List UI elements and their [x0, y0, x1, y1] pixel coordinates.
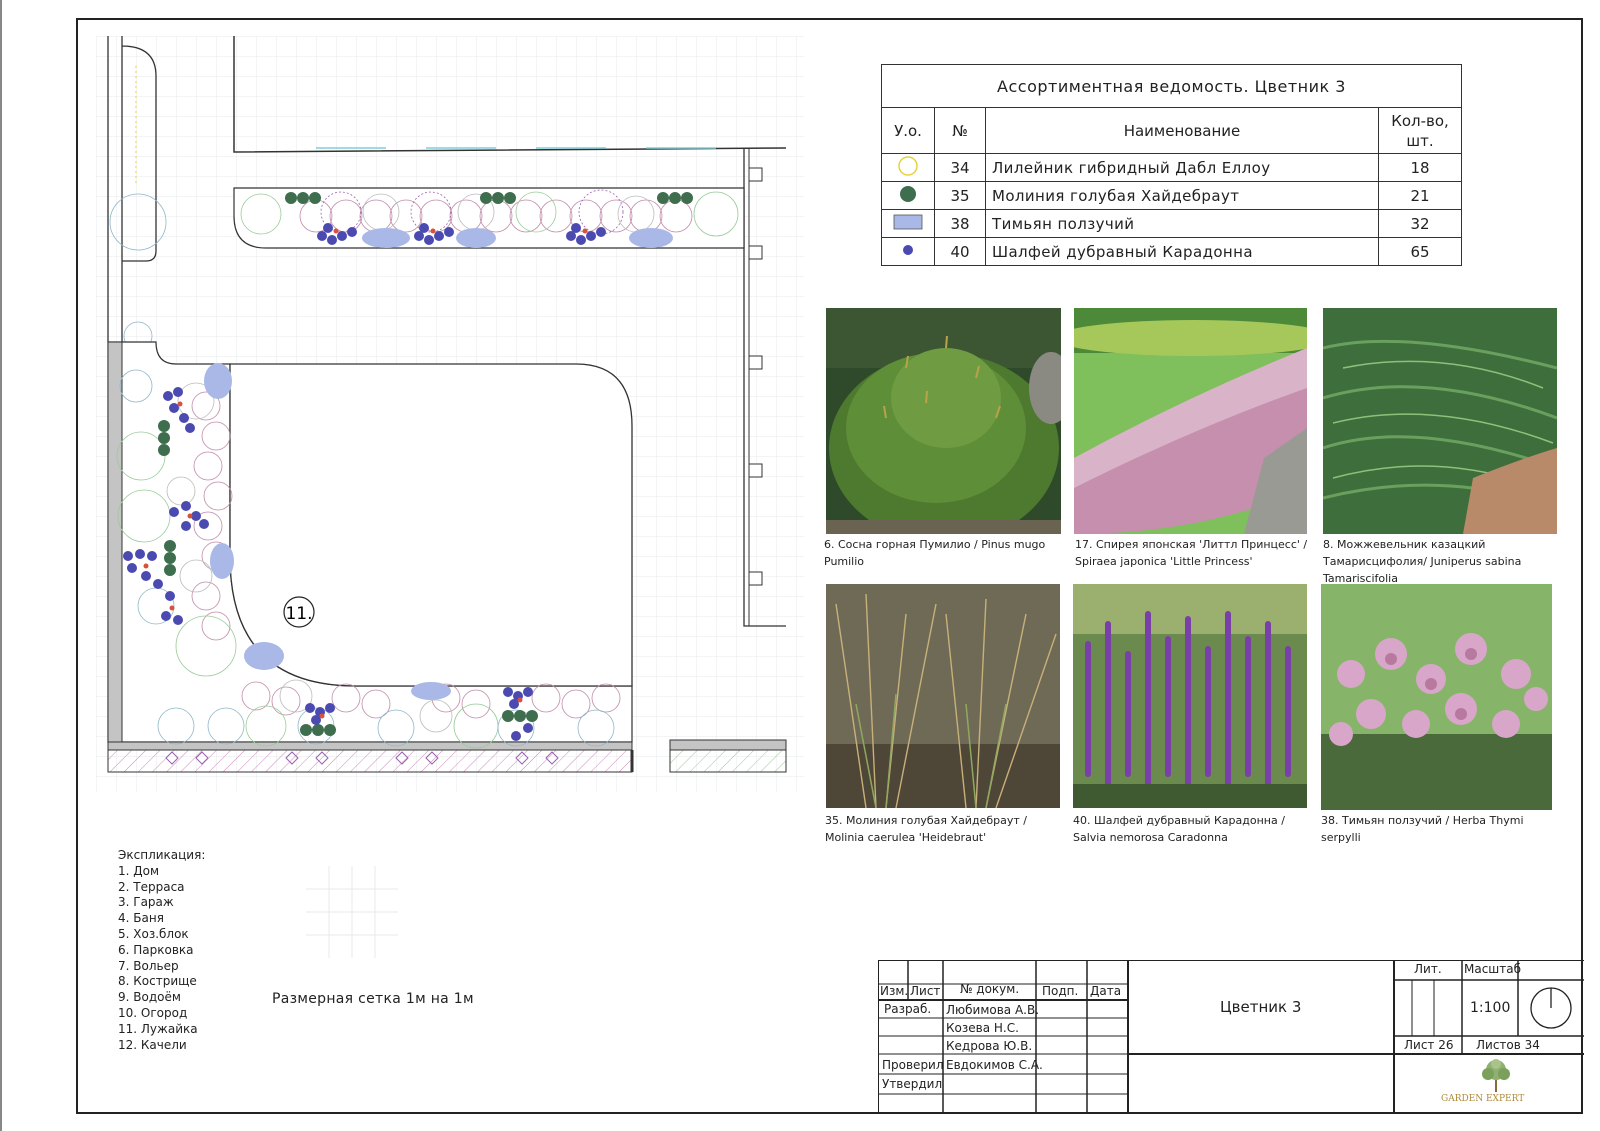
header-qty: Кол-во, шт. — [1378, 107, 1462, 154]
col-date: Дата — [1090, 984, 1122, 998]
photo-spiraea — [1074, 308, 1307, 534]
photo-juniperus — [1323, 308, 1557, 534]
table-row: 38 Тимьян ползучий 32 — [881, 209, 1462, 238]
person-name: Евдокимов С.А. — [946, 1058, 1043, 1072]
legend-item: 2. Терраса — [118, 879, 185, 894]
explication-legend: Экспликация: 1. Дом 2. Терраса 3. Гараж … — [118, 848, 205, 1053]
drawing-title: Цветник 3 — [1220, 998, 1302, 1016]
legend-item: 3. Гараж — [118, 895, 174, 910]
table-row: 34 Лилейник гибридный Дабл Еллоу 18 — [881, 153, 1462, 182]
proveril-label: Проверил — [882, 1058, 944, 1072]
col-list: Лист — [910, 984, 941, 998]
photo-thymus — [1321, 584, 1552, 810]
page-edge — [0, 0, 2, 1131]
row-qty: 21 — [1378, 181, 1462, 210]
razrab-label: Разраб. — [884, 1002, 932, 1016]
photo-caption: 8. Можжевельник казацкий Тамарисцифолия/… — [1323, 538, 1522, 585]
title-block: Изм. Лист № докум. Подп. Дата Разраб. Лю… — [878, 960, 1584, 1114]
header-symbol: У.о. — [881, 107, 935, 154]
yellow-ring-icon — [898, 155, 918, 176]
photo-caption: 6. Сосна горная Пумилио / Pinus mugo Pum… — [824, 538, 1046, 568]
legend-title: Экспликация: — [118, 848, 206, 862]
person-name: Козева Н.С. — [946, 1021, 1019, 1035]
row-number: 35 — [934, 181, 986, 210]
sheet-total: Листов 34 — [1476, 1038, 1540, 1052]
grid-note: Размерная сетка 1м на 1м — [272, 991, 474, 1007]
assortment-table: Ассортиментная ведомость. Цветник 3 У.о.… — [881, 64, 1462, 266]
photo-molinia — [826, 584, 1060, 808]
legend-item: 7. Вольер — [118, 958, 179, 973]
row-qty: 18 — [1378, 153, 1462, 182]
legend-item: 5. Хоз.блок — [118, 926, 189, 941]
logo-text: GARDEN EXPERT — [1441, 1094, 1525, 1104]
legend-item: 8. Кострище — [118, 974, 197, 989]
header-name: Наименование — [985, 107, 1379, 154]
grid-sample-icon — [306, 866, 398, 958]
green-dot-icon — [900, 185, 916, 202]
scale-value: 1:100 — [1470, 1000, 1511, 1016]
table-row: 35 Молиния голубая Хайдебраут 21 — [881, 181, 1462, 210]
legend-item: 11. Лужайка — [118, 1021, 198, 1036]
tree-logo-icon — [1482, 1059, 1510, 1092]
legend-item: 9. Водоём — [118, 990, 181, 1005]
col-izm: Изм. — [880, 984, 909, 998]
assortment-title: Ассортиментная ведомость. Цветник 3 — [881, 64, 1462, 108]
row-name: Шалфей дубравный Карадонна — [985, 237, 1379, 266]
row-number: 38 — [934, 209, 986, 238]
sheet-number: Лист 26 — [1404, 1038, 1454, 1052]
photo-pinus-mugo — [826, 308, 1061, 534]
person-name: Любимова А.В. — [946, 1003, 1040, 1017]
row-number: 40 — [934, 237, 986, 266]
header-number: № — [934, 107, 986, 154]
photo-salvia — [1073, 584, 1307, 808]
lawn-marker: 11. — [285, 604, 312, 624]
legend-item: 12. Качели — [118, 1037, 187, 1052]
lawn-area — [229, 363, 633, 687]
purple-dot-icon — [903, 244, 913, 255]
utverdil-label: Утвердил — [882, 1077, 943, 1091]
row-name: Молиния голубая Хайдебраут — [985, 181, 1379, 210]
photo-caption: 40. Шалфей дубравный Карадонна / Salvia … — [1073, 814, 1285, 844]
legend-item: 1. Дом — [118, 863, 160, 878]
row-number: 34 — [934, 153, 986, 182]
legend-item: 10. Огород — [118, 1005, 188, 1020]
row-name: Тимьян ползучий — [985, 209, 1379, 238]
row-qty: 65 — [1378, 237, 1462, 266]
photo-caption: 35. Молиния голубая Хайдебраут / Molinia… — [825, 814, 1027, 844]
table-row: 40 Шалфей дубравный Карадонна 65 — [881, 237, 1462, 266]
row-name: Лилейник гибридный Дабл Еллоу — [985, 153, 1379, 182]
row-qty: 32 — [1378, 209, 1462, 238]
lit-label: Лит. — [1414, 962, 1442, 976]
legend-item: 6. Парковка — [118, 942, 194, 957]
legend-item: 4. Баня — [118, 911, 164, 926]
scale-label: Масштаб — [1464, 962, 1522, 976]
blue-rect-icon — [893, 214, 923, 229]
photo-caption: 38. Тимьян ползучий / Herba Thymi serpyl… — [1321, 814, 1524, 844]
planting-plan: 11. — [96, 36, 804, 792]
person-name: Кедрова Ю.В. — [946, 1039, 1033, 1053]
photo-caption: 17. Спирея японская 'Литтл Принцесс' / S… — [1075, 538, 1308, 568]
col-podp: Подп. — [1042, 984, 1079, 998]
col-doc: № докум. — [960, 982, 1020, 996]
